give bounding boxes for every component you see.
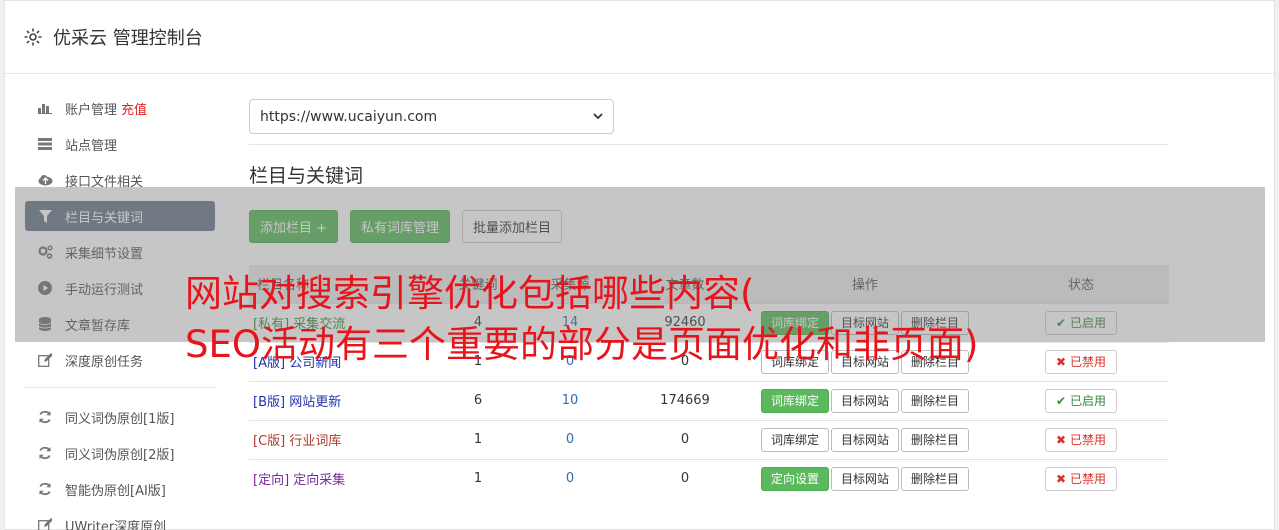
edit-icon [37,517,53,530]
headline-line: 网站对搜索引擎优化包括哪些内容( [185,272,755,315]
divider [249,144,1169,145]
sidebar-item-sites[interactable]: 站点管理 [25,129,215,159]
status-toggle[interactable]: ✖ 已禁用 [1045,427,1117,452]
sidebar-item-label: 手动运行测试 [65,282,144,298]
article-count: 0 [633,458,737,498]
target-site-button[interactable]: 目标网站 [830,388,899,413]
table-row: [B版] 网站更新 6 10 174669 词库绑定 目标网站 删除栏目 ✔ 已启用 [249,380,1169,420]
status-label: 已启用 [1069,394,1106,408]
sidebar-item-label: UWriter深度原创 [65,519,167,530]
status-cell: ✔ 已启用 [993,380,1169,420]
column-name-link[interactable]: 定向采集 [293,473,345,488]
cloud-upload-icon [37,172,53,188]
app-window: 优采云 管理控制台 账户管理 充值 站点管理 接口文件相关 栏目与关键词 采集细… [4,0,1275,530]
sidebar-item-label: 同义词伪原创[2版] [65,447,175,463]
column-name-link[interactable]: 行业词库 [289,434,341,449]
bar-chart-icon [37,100,53,116]
overlay-headline: 网站对搜索引擎优化包括哪些内容( SEO活动有三个重要的部分是页面优化和非页面) [185,268,1185,370]
play-circle-icon [37,280,53,296]
sidebar-item-interface-files[interactable]: 接口文件相关 [25,165,215,195]
site-select-value: https://www.ucaiyun.com [260,108,438,125]
bind-library-button[interactable]: 词库绑定 [760,427,829,452]
sidebar-item-collection-settings[interactable]: 采集细节设置 [25,237,215,267]
gears-icon [37,244,53,260]
section-title: 栏目与关键词 [249,165,364,187]
column-name-cell: [C版] 行业词库 [249,419,449,459]
edit-icon [37,352,53,368]
status-toggle[interactable]: ✔ 已启用 [1045,388,1117,413]
table-row: [C版] 行业词库 1 0 0 词库绑定 目标网站 删除栏目 ✖ 已禁用 [249,419,1169,459]
sidebar-item-label: 栏目与关键词 [65,210,144,226]
sidebar-item-label: 采集细节设置 [65,246,144,262]
sidebar-item-label: 同义词伪原创[1版] [65,411,175,427]
target-site-button[interactable]: 目标网站 [830,427,899,452]
delete-column-button[interactable]: 删除栏目 [901,388,970,413]
bind-library-button[interactable]: 定向设置 [760,466,829,491]
source-count[interactable]: 10 [507,380,633,420]
close-icon: ✖ [1056,432,1067,447]
filter-icon [37,208,53,224]
sidebar-item-synonym-v1[interactable]: 同义词伪原创[1版] [25,402,215,432]
table-row: [定向] 定向采集 1 0 0 定向设置 目标网站 删除栏目 ✖ 已禁用 [249,458,1169,498]
private-library-button[interactable]: 私有词库管理 [350,210,451,243]
page-header: 优采云 管理控制台 [5,1,1274,74]
sidebar-item-label: 深度原创任务 [65,354,144,370]
status-cell: ✖ 已禁用 [993,458,1169,498]
keyword-count: 1 [449,458,507,498]
recharge-link[interactable]: 充值 [121,99,147,118]
status-label: 已禁用 [1069,433,1106,447]
check-icon: ✔ [1056,393,1067,408]
sidebar-item-label: 接口文件相关 [65,174,144,190]
sidebar-divider [25,387,215,388]
delete-column-button[interactable]: 删除栏目 [901,427,970,452]
refresh-icon [37,445,53,461]
keyword-count: 6 [449,380,507,420]
sidebar-item-account[interactable]: 账户管理 充值 [25,93,215,123]
server-icon [37,136,53,152]
sidebar-item-ai-rewrite[interactable]: 智能伪原创[AI版] [25,474,215,504]
actions-cell: 词库绑定 目标网站 删除栏目 [737,380,993,420]
refresh-icon [37,409,53,425]
status-toggle[interactable]: ✖ 已禁用 [1045,466,1117,491]
sidebar-item-synonym-v2[interactable]: 同义词伪原创[2版] [25,438,215,468]
status-label: 已禁用 [1069,472,1106,487]
sidebar-item-uwriter[interactable]: UWriter深度原创 [25,510,215,530]
column-name-cell: [B版] 网站更新 [249,380,449,420]
actions-cell: 定向设置 目标网站 删除栏目 [737,458,993,498]
delete-column-button[interactable]: 删除栏目 [901,466,970,491]
status-cell: ✖ 已禁用 [993,419,1169,459]
toolbar: 添加栏目 + 私有词库管理 批量添加栏目 [249,210,1169,243]
batch-add-column-button[interactable]: 批量添加栏目 [462,210,563,243]
source-count[interactable]: 0 [507,458,633,498]
keyword-count: 1 [449,419,507,459]
page-title: 优采云 管理控制台 [53,28,203,49]
headline-line: SEO活动有三个重要的部分是页面优化和非页面) [185,323,979,366]
target-site-button[interactable]: 目标网站 [830,466,899,491]
refresh-icon [37,481,53,497]
column-tag: [B版] [253,395,286,410]
sidebar-item-label: 账户管理 [65,102,118,118]
column-name-cell: [定向] 定向采集 [249,458,449,498]
database-icon [37,316,53,332]
sidebar-item-label: 智能伪原创[AI版] [65,483,166,499]
chevron-down-icon [593,113,603,120]
article-count: 0 [633,419,737,459]
site-select[interactable]: https://www.ucaiyun.com [249,99,614,134]
source-count[interactable]: 0 [507,419,633,459]
actions-cell: 词库绑定 目标网站 删除栏目 [737,419,993,459]
close-icon: ✖ [1056,471,1067,486]
gear-icon [24,28,42,46]
bind-library-button[interactable]: 词库绑定 [760,388,829,413]
column-name-link[interactable]: 网站更新 [289,395,341,410]
sidebar-item-label: 站点管理 [65,138,118,154]
add-column-button[interactable]: 添加栏目 + [249,210,339,243]
sidebar-item-label: 文章暂存库 [65,318,131,334]
column-tag: [C版] [253,434,286,449]
article-count: 174669 [633,380,737,420]
sidebar-item-columns-keywords[interactable]: 栏目与关键词 [25,201,215,231]
column-tag: [定向] [253,473,290,489]
